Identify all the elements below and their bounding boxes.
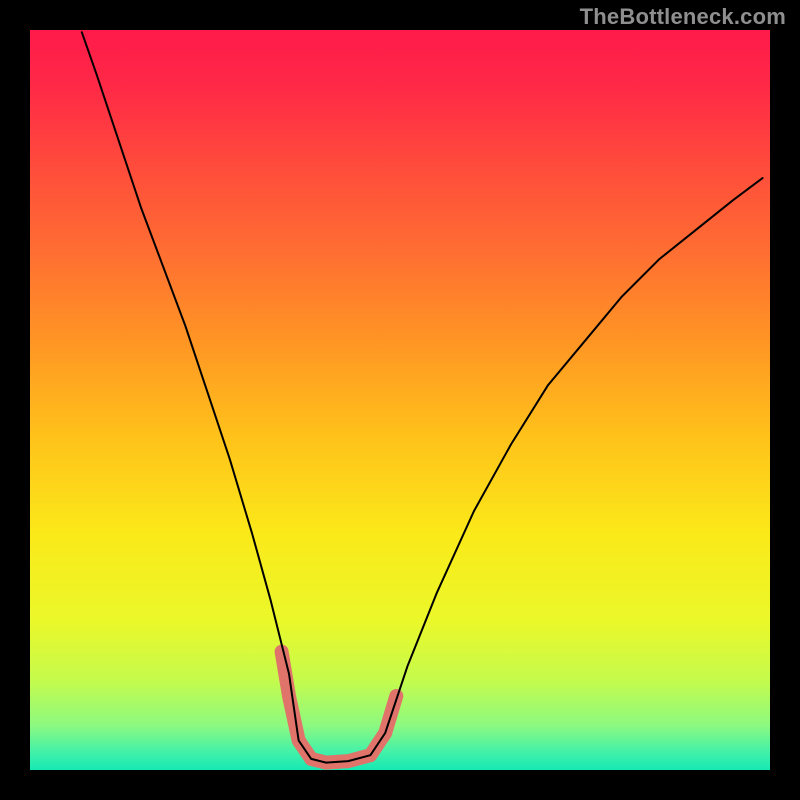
plot-background	[30, 30, 770, 770]
chart-frame: TheBottleneck.com	[0, 0, 800, 800]
bottleneck-chart	[0, 0, 800, 800]
watermark-text: TheBottleneck.com	[580, 4, 786, 30]
